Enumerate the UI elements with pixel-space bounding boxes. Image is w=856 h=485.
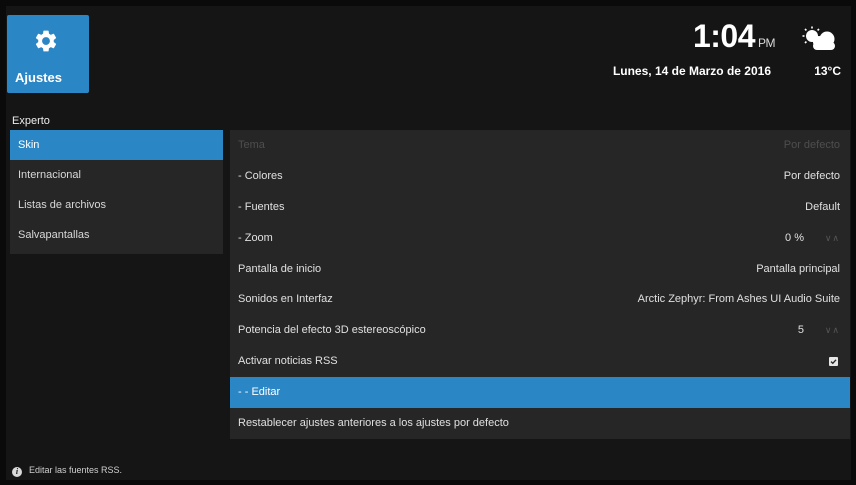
- category-list: Skin Internacional Listas de archivos Sa…: [10, 130, 223, 254]
- category-skin[interactable]: Skin: [10, 130, 223, 160]
- spinner-arrows[interactable]: ∨∧: [825, 223, 840, 254]
- option-label: Activar noticias RSS: [238, 355, 338, 368]
- temperature-label: 13°C: [814, 64, 841, 78]
- option-value: Por defecto: [783, 169, 840, 182]
- category-internacional[interactable]: Internacional: [10, 160, 223, 190]
- gear-icon: [35, 30, 57, 52]
- option-colores[interactable]: - Colores Por defecto: [230, 161, 850, 192]
- option-label: - Fuentes: [238, 200, 285, 213]
- option-label: Restablecer ajustes anteriores a los aju…: [238, 417, 509, 430]
- chevron-up-icon[interactable]: ∧: [832, 233, 840, 243]
- option-activar-rss[interactable]: Activar noticias RSS: [230, 346, 850, 377]
- clock: 1:04 PM: [692, 18, 776, 55]
- settings-section-tile[interactable]: Ajustes: [7, 15, 89, 93]
- option-value: Default: [805, 200, 840, 213]
- info-icon: i: [12, 467, 22, 477]
- option-potencia-3d[interactable]: Potencia del efecto 3D estereoscópico 5 …: [230, 315, 850, 346]
- category-salvapantallas[interactable]: Salvapantallas: [10, 220, 223, 250]
- option-label: - - Editar: [238, 386, 281, 399]
- option-fuentes[interactable]: - Fuentes Default: [230, 192, 850, 223]
- section-title: Ajustes: [15, 70, 62, 85]
- option-value: Por defecto: [783, 139, 840, 151]
- option-pantalla-de-inicio[interactable]: Pantalla de inicio Pantalla principal: [230, 254, 850, 285]
- option-restablecer[interactable]: Restablecer ajustes anteriores a los aju…: [230, 408, 850, 439]
- option-value: 5: [797, 324, 804, 337]
- help-footer: i Editar las fuentes RSS.: [12, 465, 122, 477]
- option-label: Tema: [238, 139, 265, 151]
- option-value: Pantalla principal: [756, 262, 840, 275]
- settings-window: Ajustes 1:04 PM Lunes, 14 de Marzo de 201…: [6, 6, 851, 480]
- category-listas-de-archivos[interactable]: Listas de archivos: [10, 190, 223, 220]
- option-value: 0 %: [785, 231, 804, 244]
- checkbox-checked-icon[interactable]: [829, 357, 838, 367]
- clock-time: 1:04: [692, 18, 756, 54]
- option-label: Sonidos en Interfaz: [238, 293, 333, 306]
- option-zoom[interactable]: - Zoom 0 % ∨∧: [230, 223, 850, 254]
- spinner-arrows[interactable]: ∨∧: [825, 315, 840, 346]
- chevron-up-icon[interactable]: ∧: [832, 325, 840, 335]
- settings-options-list: Tema Por defecto - Colores Por defecto -…: [230, 130, 850, 439]
- partly-cloudy-icon: [802, 26, 835, 50]
- settings-level-label[interactable]: Experto: [12, 115, 50, 127]
- clock-ampm: PM: [758, 36, 776, 50]
- option-tema: Tema Por defecto: [230, 130, 850, 161]
- option-label: - Zoom: [238, 231, 273, 244]
- option-value: Arctic Zephyr: From Ashes UI Audio Suite: [637, 293, 840, 306]
- help-text: Editar las fuentes RSS.: [29, 465, 123, 475]
- option-sonidos-en-interfaz[interactable]: Sonidos en Interfaz Arctic Zephyr: From …: [230, 284, 850, 315]
- option-editar[interactable]: - - Editar: [230, 377, 850, 409]
- date-label: Lunes, 14 de Marzo de 2016: [612, 64, 771, 78]
- option-label: Pantalla de inicio: [238, 262, 322, 275]
- option-label: - Colores: [238, 169, 283, 182]
- option-label: Potencia del efecto 3D estereoscópico: [238, 324, 426, 337]
